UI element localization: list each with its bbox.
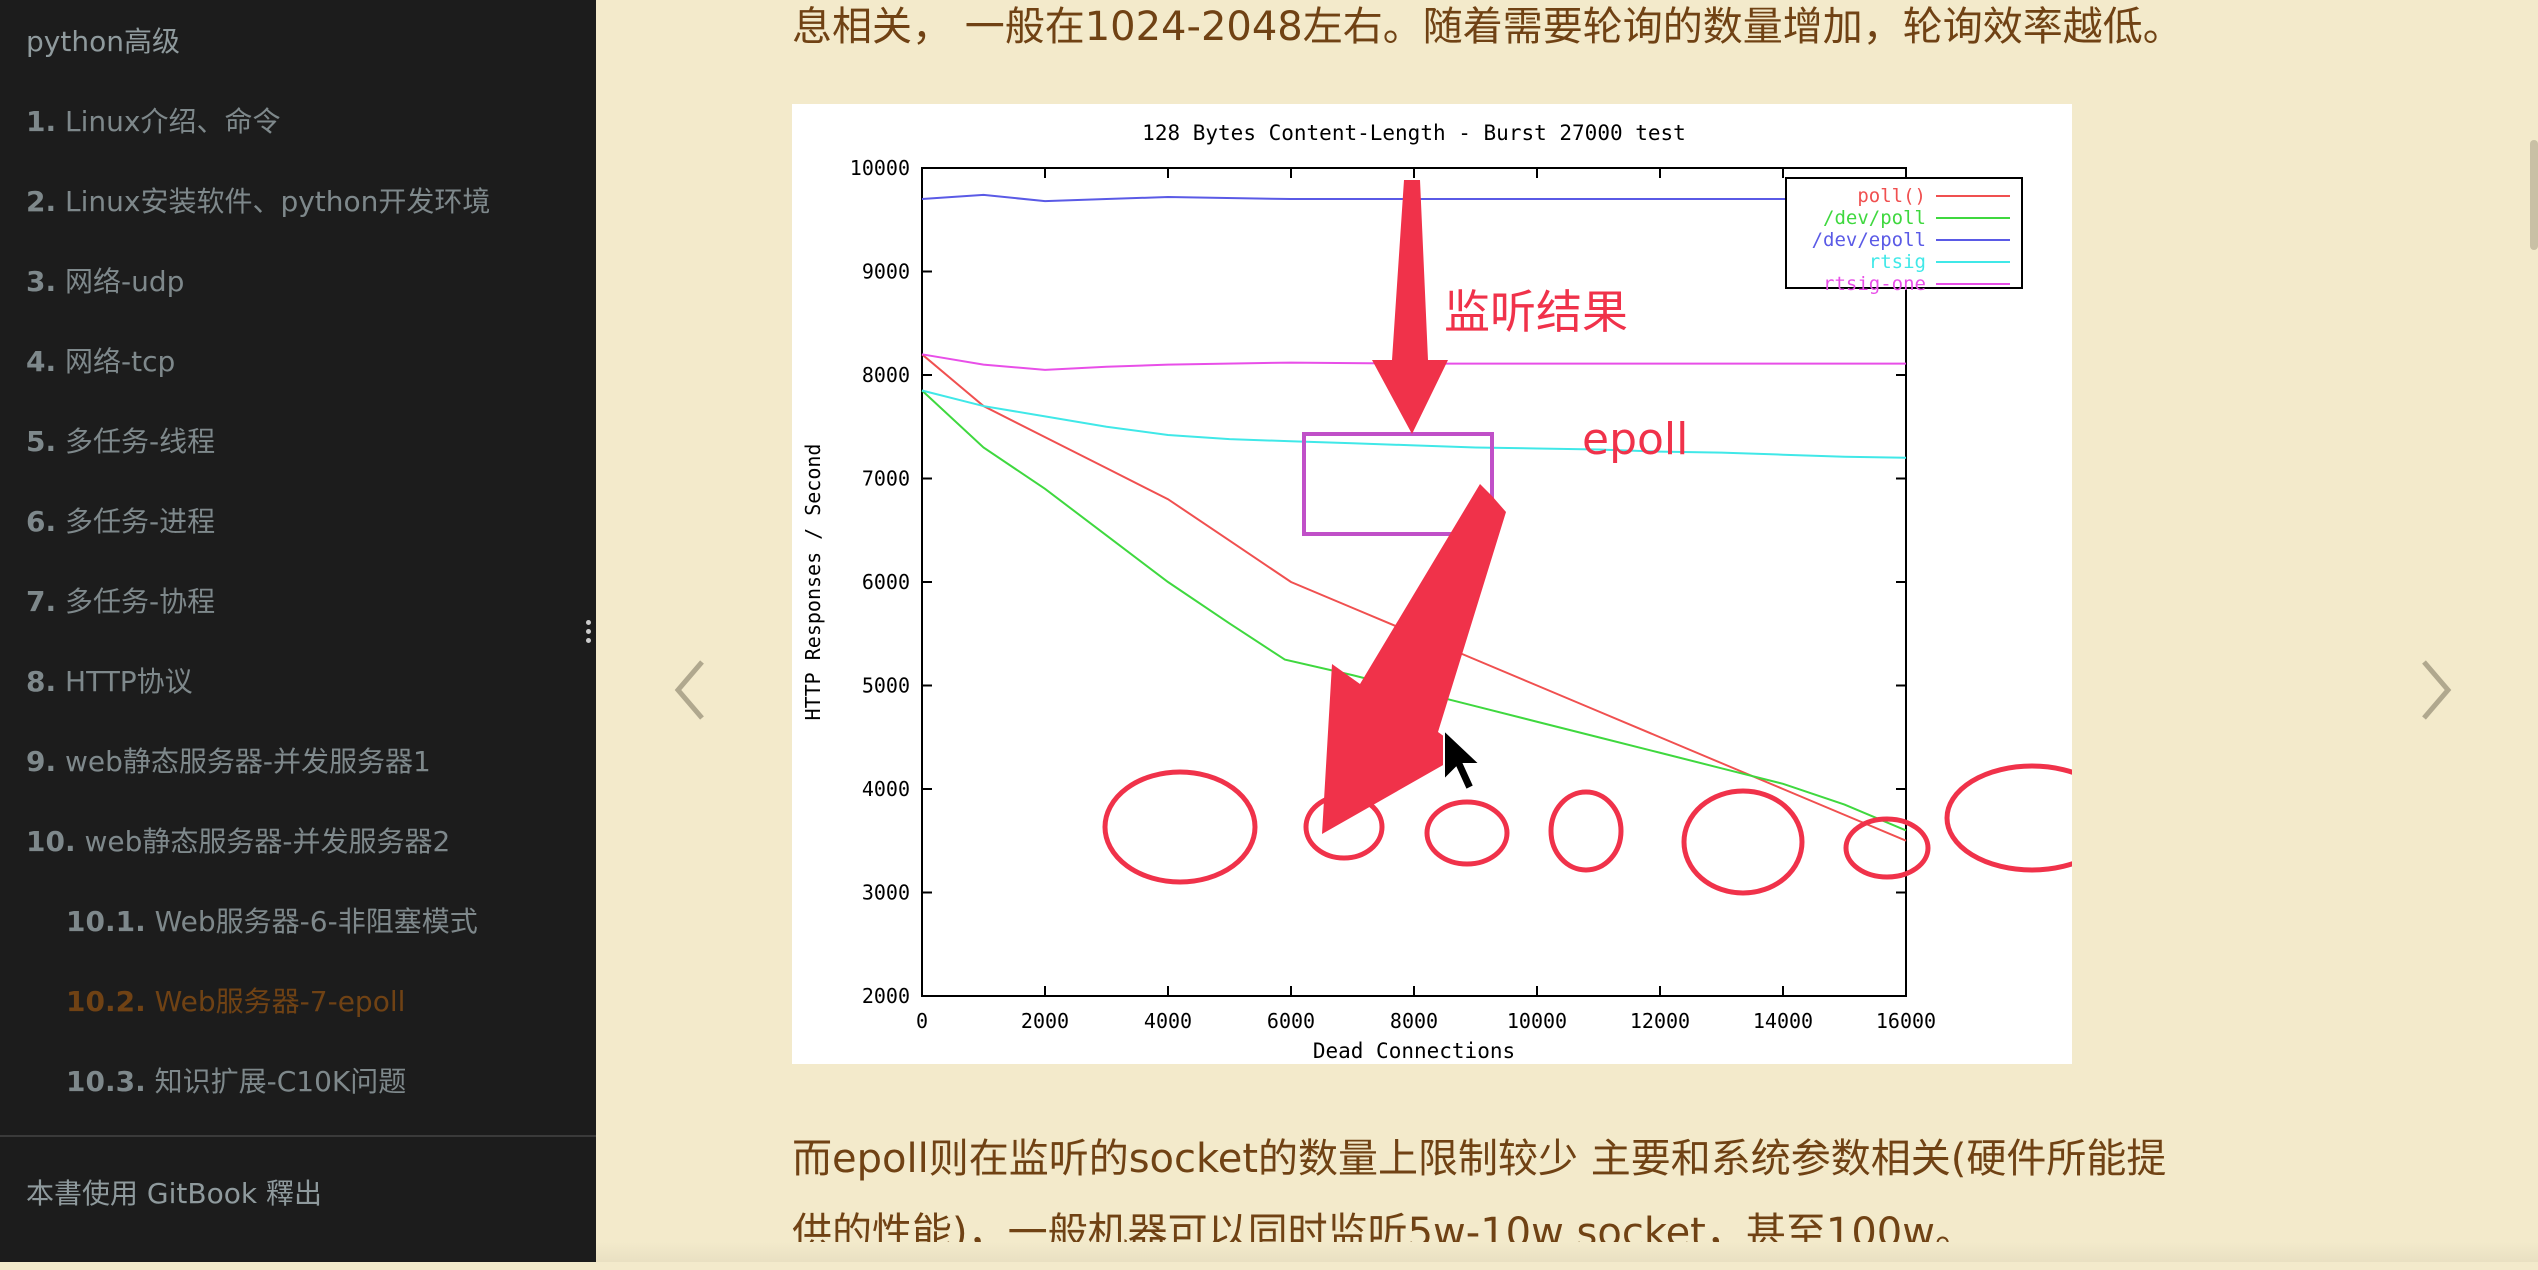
sidebar-item-label: Web服务器-6-非阻塞模式 (145, 905, 478, 938)
x-axis-label: Dead Connections (1313, 1039, 1515, 1063)
sidebar-item[interactable]: 2. Linux安装软件、python开发环境 (26, 180, 490, 220)
y-tick-label: 8000 (862, 363, 910, 387)
sidebar-item-label: web静态服务器-并发服务器2 (75, 825, 451, 858)
bottom-fade (596, 1242, 2538, 1262)
scrollbar[interactable] (2530, 140, 2538, 250)
sidebar-item-number: 7. (26, 585, 57, 618)
sidebar-item[interactable]: 10.3. 知识扩展-C10K问题 (66, 1060, 406, 1100)
y-tick-label: 3000 (862, 881, 910, 905)
sidebar-item[interactable]: 10. web静态服务器-并发服务器2 (26, 820, 450, 860)
paragraph-bottom-line1: 而epoll则在监听的socket的数量上限制较少 主要和系统参数相关(硬件所能… (792, 1136, 2167, 1182)
sidebar-item-label: web静态服务器-并发服务器1 (56, 745, 431, 778)
legend-label: rtsig (1869, 251, 1926, 273)
sidebar-item-label: Web服务器-7-epoll (145, 985, 406, 1018)
y-tick-label: 9000 (862, 260, 910, 284)
sidebar-item[interactable]: 7. 多任务-协程 (26, 580, 215, 620)
legend-label: poll() (1857, 185, 1926, 207)
highlight-circle (1424, 799, 1510, 867)
sidebar-item-label: 知识扩展-C10K问题 (145, 1065, 407, 1098)
y-tick-label: 6000 (862, 570, 910, 594)
legend-label: rtsig-one (1823, 273, 1926, 295)
sidebar-item-label: 网络-tcp (56, 345, 176, 378)
sidebar-item-number: 10.1. (66, 905, 146, 938)
sidebar-item-number: 10.2. (66, 985, 146, 1018)
chevron-right-icon[interactable] (2410, 650, 2460, 730)
sidebar-item-number: 10.3. (66, 1065, 146, 1098)
mouse-cursor-icon (1443, 727, 1483, 792)
x-tick-label: 14000 (1753, 1009, 1813, 1033)
sidebar-item-number: 5. (26, 425, 57, 458)
sidebar-item-label: 多任务-协程 (56, 585, 216, 618)
sidebar-item[interactable]: 9. web静态服务器-并发服务器1 (26, 740, 431, 780)
arrow-diagonal-icon (1322, 484, 1506, 834)
y-tick-label: 5000 (862, 674, 910, 698)
sidebar-item-label: Linux介绍、命令 (56, 105, 281, 138)
sidebar-item[interactable]: 8. HTTP协议 (26, 660, 193, 700)
chart-image: 128 Bytes Content-Length - Burst 27000 t… (792, 104, 2072, 1064)
x-tick-label: 8000 (1390, 1009, 1438, 1033)
sidebar-item-number: 10. (26, 825, 76, 858)
sidebar: python高级 1. Linux介绍、命令 2. Linux安装软件、pytho… (0, 0, 596, 1262)
highlight-circle (1944, 763, 2072, 873)
chart-title: 128 Bytes Content-Length - Burst 27000 t… (1142, 121, 1686, 145)
x-tick-label: 12000 (1630, 1009, 1690, 1033)
x-tick-label: 4000 (1144, 1009, 1192, 1033)
sidebar-item-number: 6. (26, 505, 57, 538)
sidebar-item-label: Linux安装软件、python开发环境 (56, 185, 491, 218)
sidebar-item[interactable]: 1. Linux介绍、命令 (26, 100, 280, 140)
sidebar-item-label: HTTP协议 (56, 665, 193, 698)
sidebar-item-number: 4. (26, 345, 57, 378)
sidebar-item-number: 3. (26, 265, 57, 298)
annotation-listen-result: 监听结果 (1444, 285, 1628, 339)
sidebar-item[interactable]: 6. 多任务-进程 (26, 500, 215, 540)
highlight-circle (1548, 789, 1624, 873)
x-tick-label: 16000 (1876, 1009, 1936, 1033)
sidebar-item-number: 9. (26, 745, 57, 778)
sidebar-divider (0, 1135, 596, 1137)
book-title[interactable]: python高级 (26, 20, 180, 60)
legend-label: /dev/epoll (1812, 229, 1926, 251)
y-tick-label: 7000 (862, 467, 910, 491)
sidebar-item-number: 8. (26, 665, 57, 698)
sidebar-item[interactable]: 4. 网络-tcp (26, 340, 175, 380)
sidebar-item[interactable]: 5. 多任务-线程 (26, 420, 215, 460)
highlight-circle (1102, 769, 1258, 885)
highlight-circle (1843, 816, 1931, 880)
chevron-left-icon[interactable] (668, 650, 718, 730)
x-tick-label: 6000 (1267, 1009, 1315, 1033)
sidebar-item[interactable]: 3. 网络-udp (26, 260, 184, 300)
page-content: 息相关， 一般在1024-2048左右。随着需要轮询的数量增加，轮询效率越低。 … (596, 0, 2538, 1262)
chart-svg: 128 Bytes Content-Length - Burst 27000 t… (801, 121, 2072, 1063)
gitbook-link[interactable]: 本書使用 GitBook 釋出 (26, 1172, 322, 1212)
x-tick-label: 2000 (1021, 1009, 1069, 1033)
sidebar-item-label: 网络-udp (56, 265, 185, 298)
arrow-down-icon (1372, 180, 1448, 434)
sidebar-item-label: 多任务-线程 (56, 425, 216, 458)
legend-label: /dev/poll (1823, 207, 1926, 229)
y-tick-label: 2000 (862, 984, 910, 1008)
annotation-epoll: epoll (1582, 414, 1688, 465)
x-tick-label: 0 (916, 1009, 928, 1033)
y-tick-label: 10000 (850, 156, 910, 180)
y-axis-label: HTTP Responses / Second (801, 444, 825, 721)
sidebar-item-number: 2. (26, 185, 57, 218)
paragraph-top: 息相关， 一般在1024-2048左右。随着需要轮询的数量增加，轮询效率越低。 (792, 4, 2183, 50)
sidebar-item[interactable]: 10.2. Web服务器-7-epoll (66, 980, 405, 1020)
y-tick-label: 4000 (862, 777, 910, 801)
sidebar-resize-handle[interactable] (586, 620, 592, 646)
sidebar-item-label: 多任务-进程 (56, 505, 216, 538)
sidebar-item[interactable]: 10.1. Web服务器-6-非阻塞模式 (66, 900, 478, 940)
x-tick-label: 10000 (1507, 1009, 1567, 1033)
sidebar-item-number: 1. (26, 105, 57, 138)
highlight-circle (1681, 788, 1805, 896)
